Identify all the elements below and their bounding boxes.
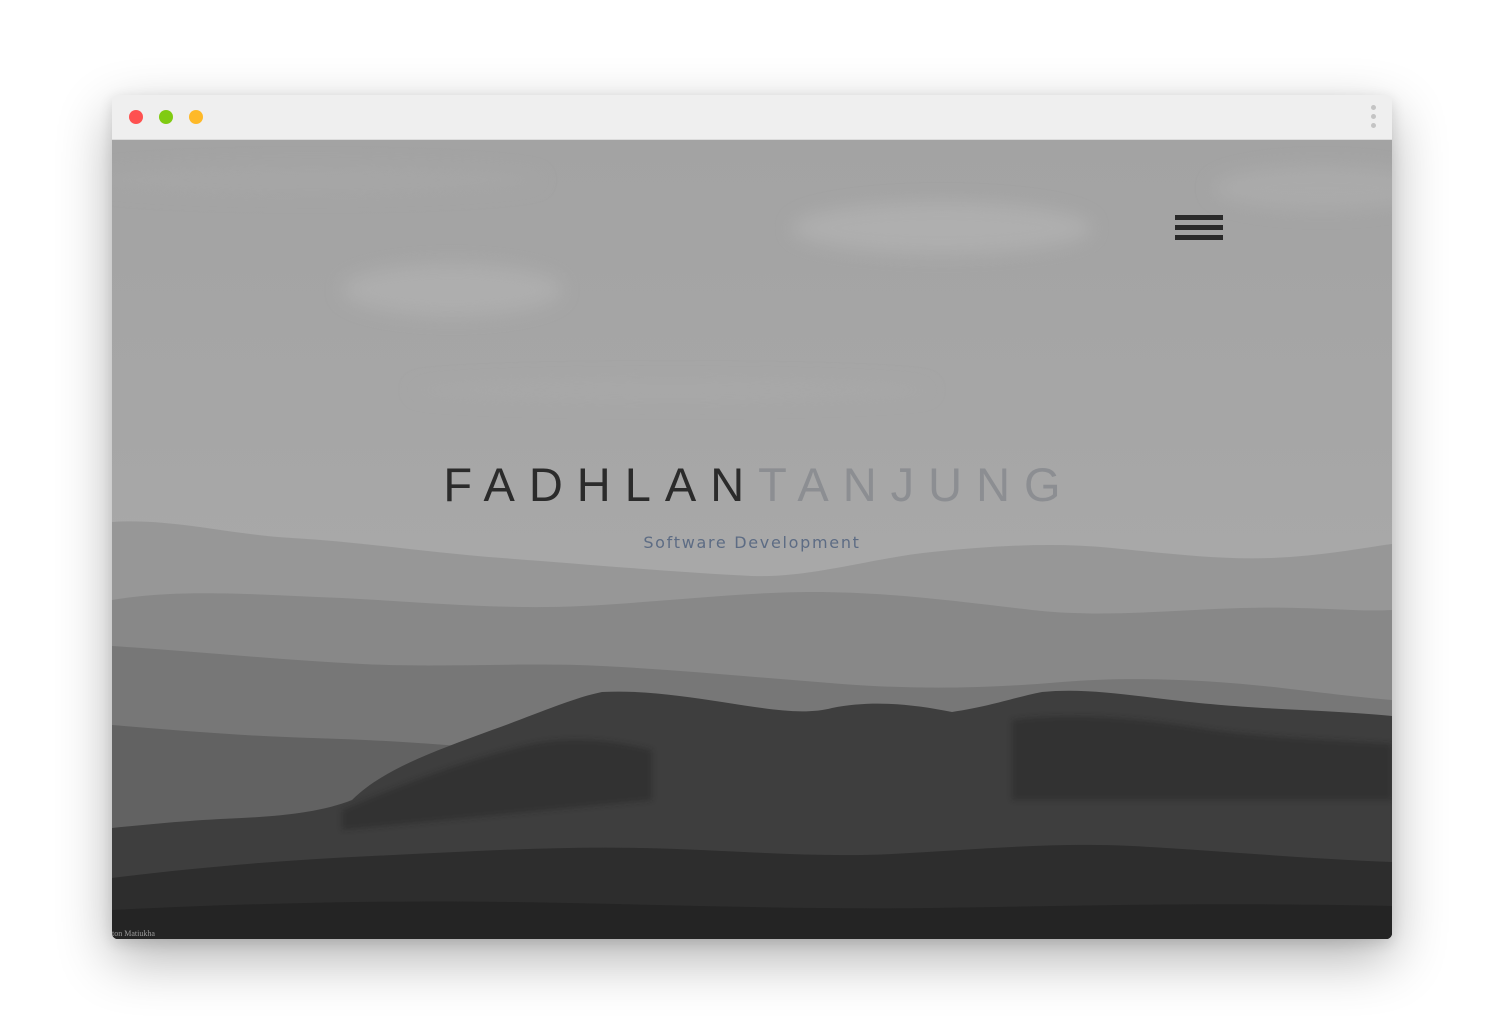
site-title: FADHLANTANJUNG [126, 456, 1392, 514]
title-bar [112, 95, 1392, 140]
minimize-window-button[interactable] [159, 110, 173, 124]
photo-credit: ton Matiukha [112, 929, 155, 938]
browser-window: FADHLANTANJUNG Software Development ton … [112, 95, 1392, 939]
site-title-first-name: FADHLAN [443, 458, 759, 511]
close-window-button[interactable] [129, 110, 143, 124]
kebab-menu-icon[interactable] [1368, 105, 1380, 131]
site-title-last-name: TANJUNG [758, 458, 1075, 511]
site-subtitle: Software Development [643, 533, 861, 552]
page-viewport: FADHLANTANJUNG Software Development ton … [112, 140, 1392, 939]
maximize-window-button[interactable] [189, 110, 203, 124]
hamburger-menu-icon[interactable] [1175, 212, 1223, 246]
hero-section: FADHLANTANJUNG Software Development [112, 456, 1392, 552]
